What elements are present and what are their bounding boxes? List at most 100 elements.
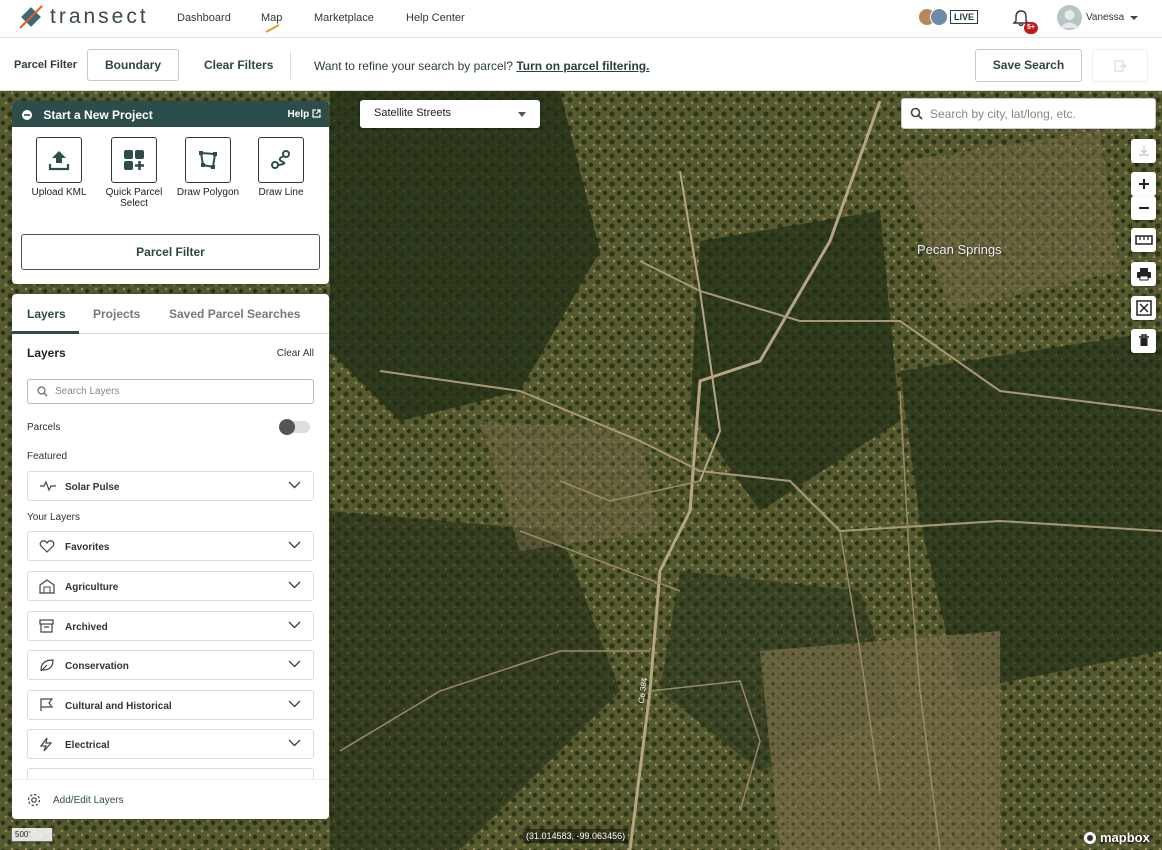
nav-help-center[interactable]: Help Center [406,12,465,24]
parcel-filter-label: Parcel Filter [14,59,77,71]
filter-toolbar: Parcel Filter Boundary Clear Filters Wan… [0,39,1162,91]
tab-saved-parcel-searches[interactable]: Saved Parcel Searches [169,307,300,321]
delete-button[interactable] [1131,329,1156,353]
clear-all-button[interactable]: Clear All [277,348,314,359]
help-link[interactable]: Help [288,109,321,120]
nav-marketplace[interactable]: Marketplace [314,12,374,24]
chevron-down-icon [288,660,301,668]
new-project-panel: Start a New Project Help Upload KML Quic… [12,101,329,284]
active-tab-indicator [12,331,79,334]
user-avatar-icon [1060,10,1079,28]
export-icon [1114,60,1127,72]
accordion-label: Agriculture [65,582,119,593]
scale-bar: 500' [11,828,53,842]
map-search-placeholder: Search by city, lat/long, etc. [930,107,1076,121]
live-badge: LIVE [950,10,979,24]
archive-icon [39,619,54,633]
nav-map[interactable]: Map [261,12,282,24]
accordion-cultural-and-historical[interactable]: Cultural and Historical [27,690,314,720]
accordion-solar-pulse[interactable]: Solar Pulse [27,471,314,501]
layers-panel: Layers Projects Saved Parcel Searches La… [12,294,329,819]
chevron-down-icon [288,581,301,589]
boundary-button[interactable]: Boundary [87,49,179,81]
parcel-filter-button[interactable]: Parcel Filter [21,234,320,270]
polygon-icon [199,151,217,169]
logo-text: transect [50,5,149,28]
accordion-agriculture[interactable]: Agriculture [27,571,314,601]
draw-line-tool[interactable]: Draw Line [248,137,314,198]
live-collaborators[interactable]: LIVE [918,8,979,26]
draw-polygon-button[interactable] [185,137,231,183]
map-active-pen-icon [265,24,280,33]
mapbox-attribution[interactable]: mapbox [1083,830,1150,845]
accordion-electrical[interactable]: Electrical [27,729,314,759]
zoom-out-icon [1138,207,1149,209]
draw-line-button[interactable] [258,137,304,183]
bolt-icon [39,737,53,752]
basemap-select[interactable]: Satellite Streets [360,100,540,128]
mapbox-logo-icon [1084,831,1096,844]
logo[interactable]: transect [18,4,149,30]
new-project-header[interactable]: Start a New Project Help [12,101,329,127]
pulse-icon [40,480,56,492]
quick-parcel-select-button[interactable] [111,137,157,183]
tab-projects[interactable]: Projects [93,307,140,321]
parcels-label: Parcels [27,422,61,433]
barn-icon [39,579,55,594]
accordion-label: Archived [65,622,108,633]
parcel-filter-message: Want to refine your search by parcel? Tu… [314,59,649,73]
flag-icon [40,698,54,711]
accordion-label: Conservation [65,661,129,672]
leaf-icon [40,659,54,672]
line-icon [271,150,290,169]
download-button[interactable] [1131,139,1156,163]
user-menu[interactable]: Vanessa [1057,5,1139,30]
nav-dashboard[interactable]: Dashboard [177,12,231,24]
heart-icon [39,540,55,553]
chevron-down-icon [288,739,301,747]
upload-kml-tool[interactable]: Upload KML [26,137,92,198]
tab-layers[interactable]: Layers [27,307,66,321]
clear-filters-button[interactable]: Clear Filters [204,58,273,72]
accordion-label: Cultural and Historical [65,701,172,712]
save-search-button[interactable]: Save Search [975,49,1082,82]
print-icon [1136,268,1151,281]
print-button[interactable] [1131,262,1156,286]
coordinate-readout: (31.014583, -99.063456) [523,829,629,843]
upload-icon [48,151,70,171]
map-search-input[interactable]: Search by city, lat/long, etc. [901,98,1156,129]
draw-polygon-label: Draw Polygon [176,187,240,198]
quick-parcel-select-tool[interactable]: Quick Parcel Select [101,137,167,209]
accordion-favorites[interactable]: Favorites [27,531,314,561]
quick-parcel-icon [124,150,144,170]
top-nav: transect Dashboard Map Marketplace Help … [0,0,1162,38]
user-name: Vanessa [1086,12,1125,23]
featured-heading: Featured [27,451,68,462]
parcels-toggle[interactable] [279,419,310,435]
trash-icon [1138,334,1149,346]
draw-polygon-tool[interactable]: Draw Polygon [175,137,241,198]
accordion-label: Electrical [65,740,110,751]
accordion-conservation[interactable]: Conservation [27,650,314,680]
add-edit-layers-button[interactable]: Add/Edit Layers [12,779,329,819]
upload-kml-button[interactable] [36,137,82,183]
basemap-select-value: Satellite Streets [374,107,452,119]
chevron-down-icon [288,700,301,708]
layers-panel-tabs: Layers Projects Saved Parcel Searches [12,294,329,334]
new-project-title: Start a New Project [43,108,153,122]
layers-heading: Layers [27,346,66,360]
add-edit-layers-label: Add/Edit Layers [53,795,124,806]
accordion-archived[interactable]: Archived [27,611,314,641]
zoom-in-button[interactable] [1131,172,1156,196]
measure-button[interactable] [1131,228,1156,252]
zoom-out-button[interactable] [1131,196,1156,220]
turn-on-parcel-filtering-link[interactable]: Turn on parcel filtering. [516,59,649,73]
accordion-label: Favorites [65,542,110,553]
chevron-down-icon [288,541,301,549]
export-button[interactable] [1092,49,1148,82]
fullscreen-button[interactable] [1131,296,1156,320]
search-layers-input[interactable]: Search Layers [27,379,314,404]
transect-logo-icon [19,5,43,29]
gear-icon [27,793,41,807]
map-canvas[interactable]: Satellite Streets Search by city, lat/lo… [0,91,1162,850]
